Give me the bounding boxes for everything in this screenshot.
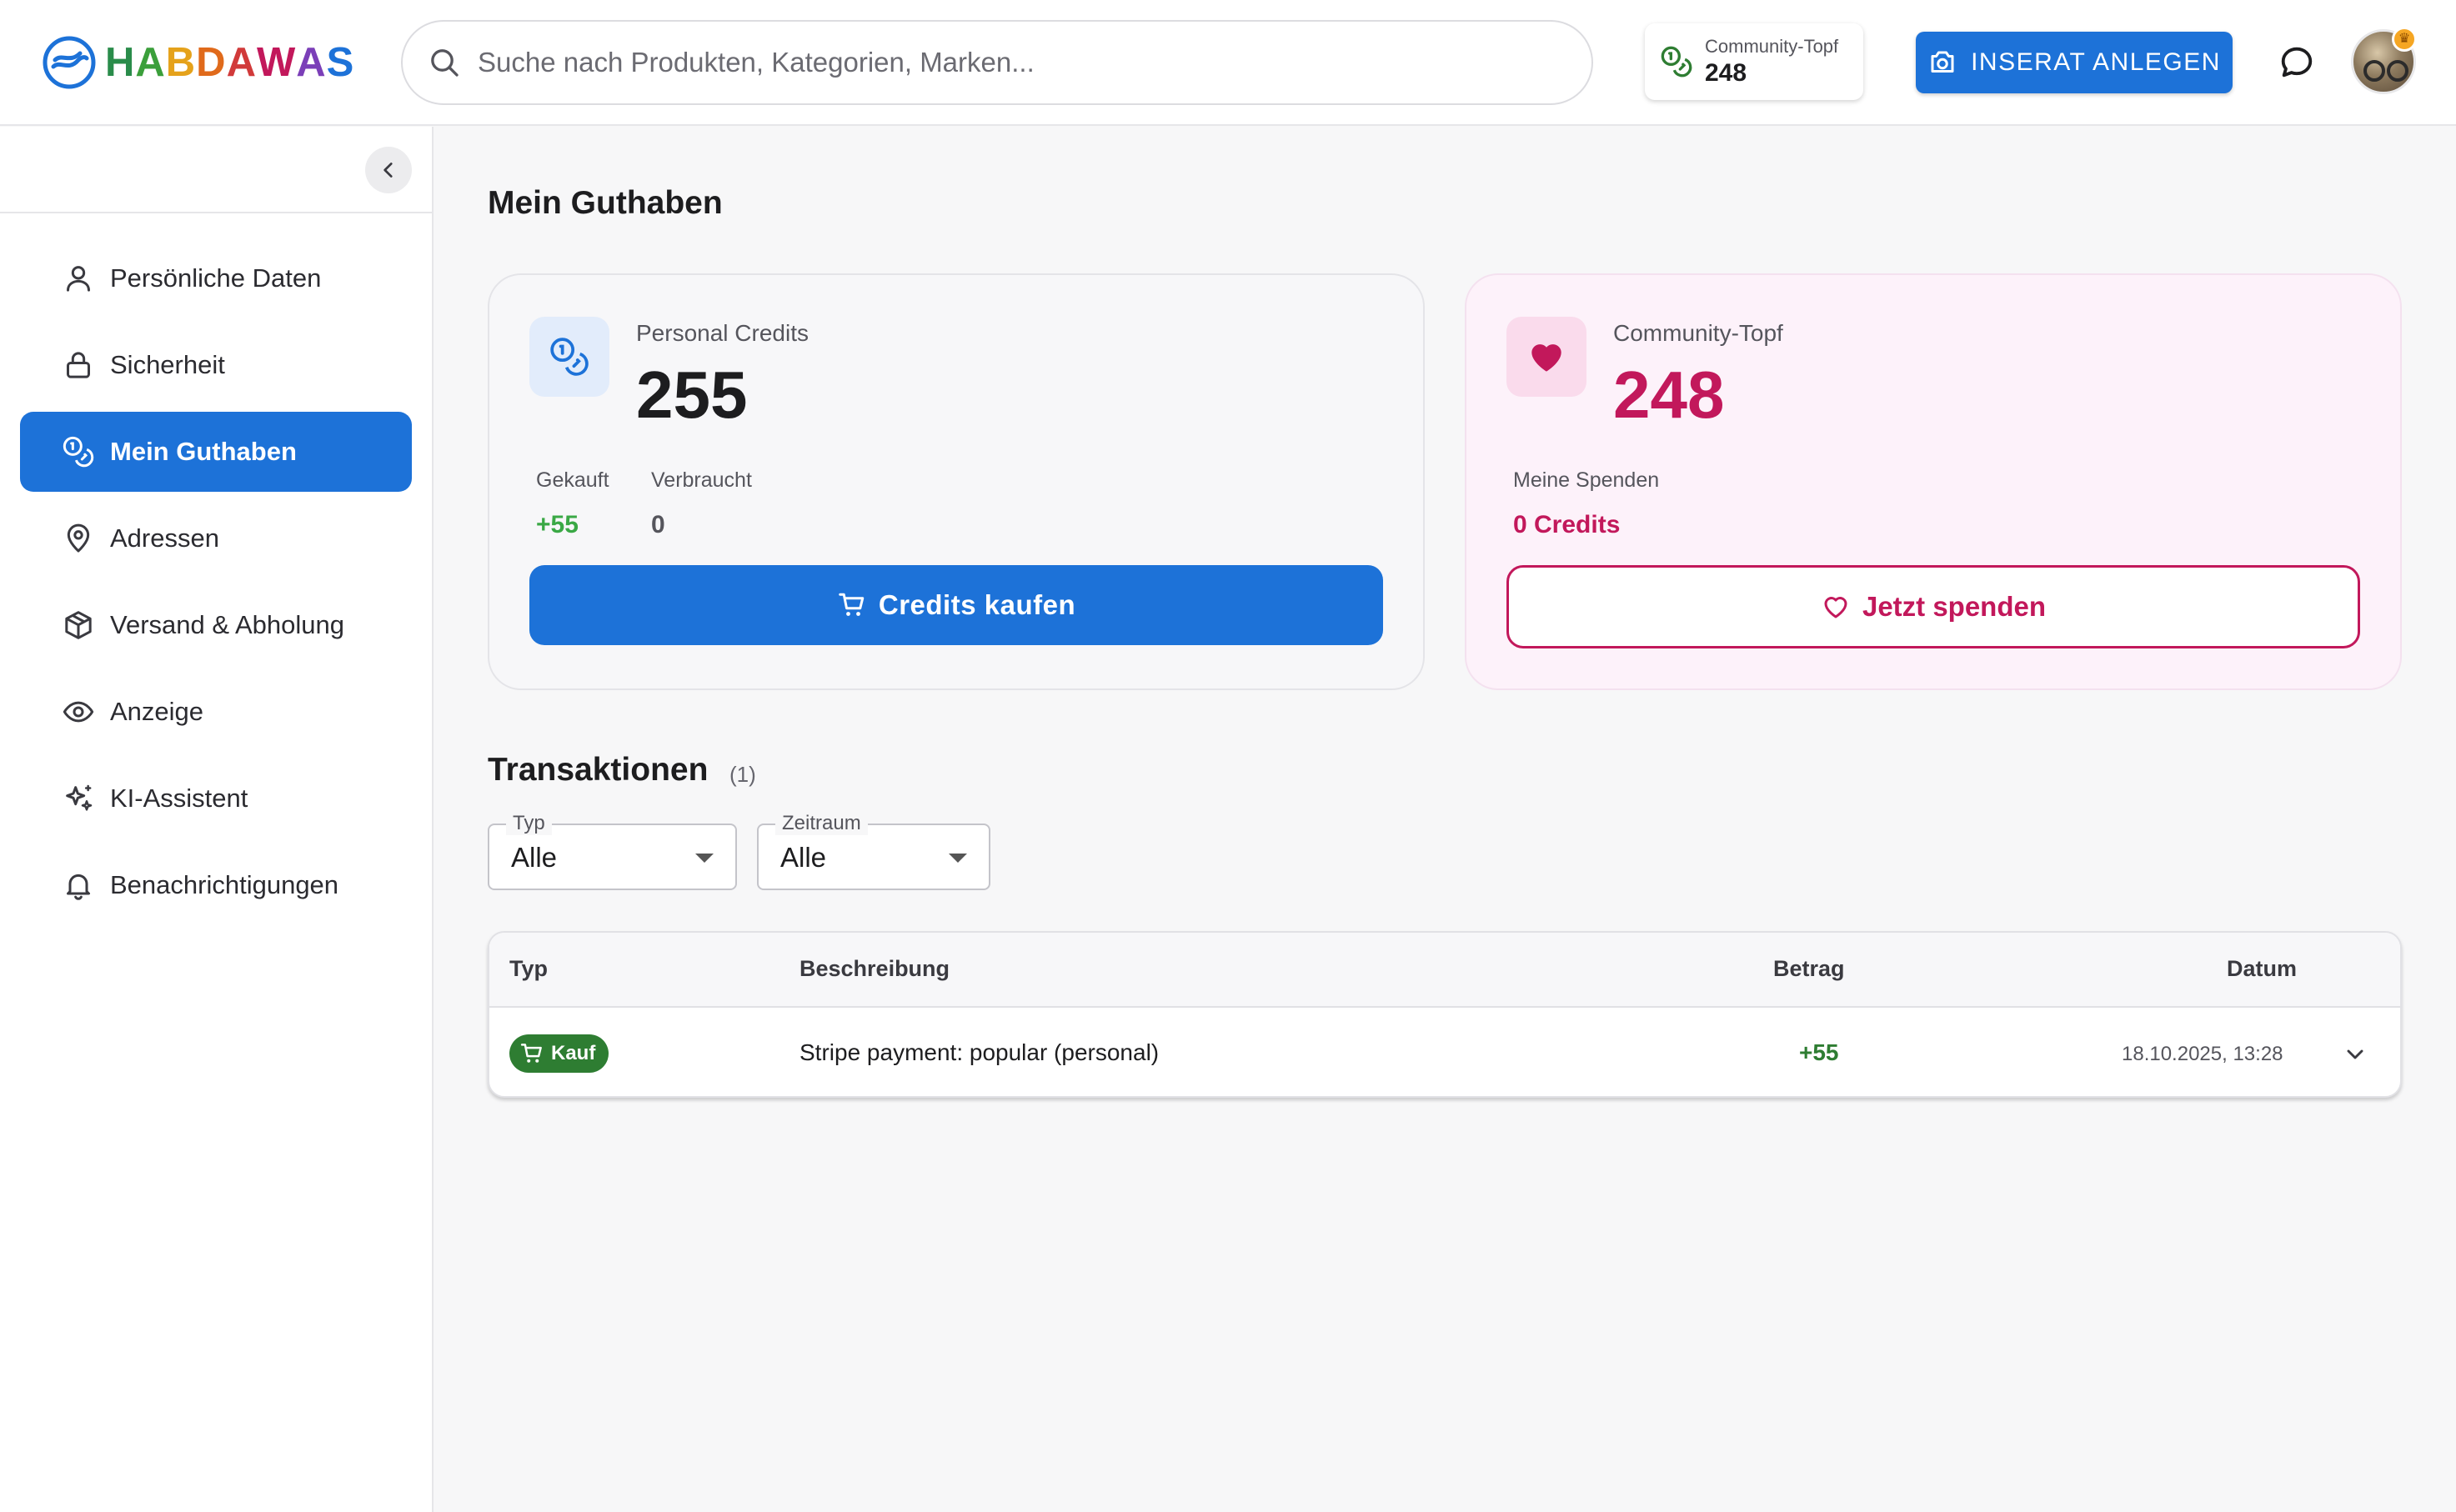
search-input[interactable] xyxy=(478,47,1561,78)
transactions-table: Typ Beschreibung Betrag Datum Kauf Strip… xyxy=(488,931,2402,1098)
sidebar-item-ai-assistant[interactable]: KI-Assistent xyxy=(20,759,412,839)
logo-hand-icon xyxy=(43,36,96,89)
collapse-sidebar-button[interactable] xyxy=(365,147,412,193)
cart-icon xyxy=(839,593,865,616)
sidebar-item-security[interactable]: Sicherheit xyxy=(20,325,412,405)
sidebar: Persönliche Daten Sicherheit Mein Guthab… xyxy=(0,127,434,1512)
column-header-date[interactable]: Datum xyxy=(2227,956,2297,982)
sidebar-top xyxy=(0,127,432,213)
sidebar-item-label: Adressen xyxy=(110,523,219,553)
row-description: Stripe payment: popular (personal) xyxy=(799,1039,1160,1065)
credits-icon-box xyxy=(529,317,609,397)
crown-badge-icon: ♛ xyxy=(2392,27,2417,52)
type-filter-value: Alle xyxy=(511,842,558,873)
cart-icon xyxy=(520,1044,542,1063)
pot-chip-label: Community-Topf xyxy=(1705,36,1839,57)
row-date: 18.10.2025, 13:28 xyxy=(2122,1043,2283,1065)
location-pin-icon xyxy=(67,523,90,553)
type-filter-label: Typ xyxy=(506,812,552,835)
buy-credits-label: Credits kaufen xyxy=(878,589,1076,620)
chevron-left-icon xyxy=(383,163,393,178)
sidebar-item-label: Sicherheit xyxy=(110,350,225,379)
logo[interactable]: HABDAWAS xyxy=(42,35,354,90)
search-bar[interactable] xyxy=(401,20,1593,105)
donations-value: 0 Credits xyxy=(1513,511,1621,538)
transactions-count: (1) xyxy=(729,762,756,787)
period-filter-value: Alle xyxy=(780,842,827,873)
coins-icon xyxy=(63,436,94,468)
page-title: Mein Guthaben xyxy=(488,185,723,221)
dropdown-arrow-icon xyxy=(695,854,714,863)
coins-icon xyxy=(550,338,589,376)
pot-value: 248 xyxy=(1613,358,1725,432)
pot-chip-value: 248 xyxy=(1705,59,1747,87)
table-header: Typ Beschreibung Betrag Datum xyxy=(489,933,2400,1008)
buy-credits-button[interactable]: Credits kaufen xyxy=(529,565,1383,645)
avatar-image-part xyxy=(2387,60,2408,82)
sidebar-item-label: Mein Guthaben xyxy=(110,437,297,466)
sidebar-item-balance[interactable]: Mein Guthaben xyxy=(20,412,412,492)
row-amount: +55 xyxy=(1799,1039,1839,1065)
eye-icon xyxy=(63,701,94,723)
bell-icon xyxy=(67,874,90,900)
sidebar-item-label: Anzeige xyxy=(110,697,204,726)
package-icon xyxy=(65,611,92,639)
community-pot-chip[interactable]: Community-Topf 248 xyxy=(1645,23,1863,100)
sparkles-icon xyxy=(66,784,93,811)
personal-credits-card: Personal Credits 255 Gekauft +55 Verbrau… xyxy=(488,273,1425,690)
transactions-title: Transaktionen xyxy=(488,752,709,788)
period-filter-select[interactable]: Zeitraum Alle xyxy=(757,812,990,890)
create-listing-label: INSERAT ANLEGEN xyxy=(1971,48,2221,76)
donate-button[interactable]: Jetzt spenden xyxy=(1506,565,2360,648)
sidebar-item-shipping[interactable]: Versand & Abholung xyxy=(20,585,412,665)
sidebar-item-notifications[interactable]: Benachrichtigungen xyxy=(20,845,412,925)
credits-value: 255 xyxy=(636,358,748,432)
used-stat: Verbraucht 0 xyxy=(651,468,752,539)
sidebar-item-label: Persönliche Daten xyxy=(110,263,322,293)
heart-outline-icon xyxy=(1824,597,1847,618)
search-icon xyxy=(431,49,459,77)
bought-value: +55 xyxy=(536,511,579,538)
sidebar-item-display[interactable]: Anzeige xyxy=(20,672,412,752)
create-listing-button[interactable]: INSERAT ANLEGEN xyxy=(1916,32,2233,93)
donate-label: Jetzt spenden xyxy=(1862,591,2047,622)
column-header-amount[interactable]: Betrag xyxy=(1773,956,1845,982)
bought-label: Gekauft xyxy=(536,468,609,492)
coins-icon xyxy=(1661,46,1692,78)
community-pot-card: Community-Topf 248 Meine Spenden 0 Credi… xyxy=(1465,273,2402,690)
credits-label: Personal Credits xyxy=(636,320,809,346)
user-avatar[interactable]: ♛ xyxy=(2351,27,2417,94)
type-badge: Kauf xyxy=(509,1034,609,1073)
dropdown-arrow-icon xyxy=(949,854,967,863)
sidebar-item-addresses[interactable]: Adressen xyxy=(20,498,412,578)
bought-stat: Gekauft +55 xyxy=(536,468,609,539)
heart-icon xyxy=(1531,344,1561,372)
column-header-type[interactable]: Typ xyxy=(509,956,548,982)
used-value: 0 xyxy=(651,511,665,538)
sidebar-item-label: Benachrichtigungen xyxy=(110,870,339,899)
chevron-down-icon[interactable] xyxy=(2342,1041,2368,1068)
avatar-image-part xyxy=(2363,60,2385,82)
donations-label: Meine Spenden xyxy=(1513,468,1660,492)
period-filter-label: Zeitraum xyxy=(775,812,868,835)
logo-text: HABDAWAS xyxy=(105,40,355,85)
column-header-description[interactable]: Beschreibung xyxy=(799,956,950,982)
sidebar-nav: Persönliche Daten Sicherheit Mein Guthab… xyxy=(0,213,432,925)
top-header: HABDAWAS Community-Topf 248 INSERAT ANLE… xyxy=(0,0,2456,126)
pot-icon-box xyxy=(1506,317,1586,397)
camera-icon xyxy=(1931,51,1954,73)
donations-stat: Meine Spenden 0 Credits xyxy=(1513,468,1659,539)
sidebar-item-label: KI-Assistent xyxy=(110,784,248,813)
sidebar-item-personal-data[interactable]: Persönliche Daten xyxy=(20,238,412,318)
pot-label: Community-Topf xyxy=(1613,320,1783,346)
type-filter-select[interactable]: Typ Alle xyxy=(488,812,737,890)
sidebar-item-label: Versand & Abholung xyxy=(110,610,344,639)
table-row[interactable]: Kauf Stripe payment: popular (personal) … xyxy=(489,1008,2400,1096)
user-icon xyxy=(67,266,90,292)
type-badge-label: Kauf xyxy=(551,1042,596,1064)
chat-icon[interactable] xyxy=(2278,43,2316,82)
used-label: Verbraucht xyxy=(651,468,752,492)
lock-icon xyxy=(67,352,90,378)
